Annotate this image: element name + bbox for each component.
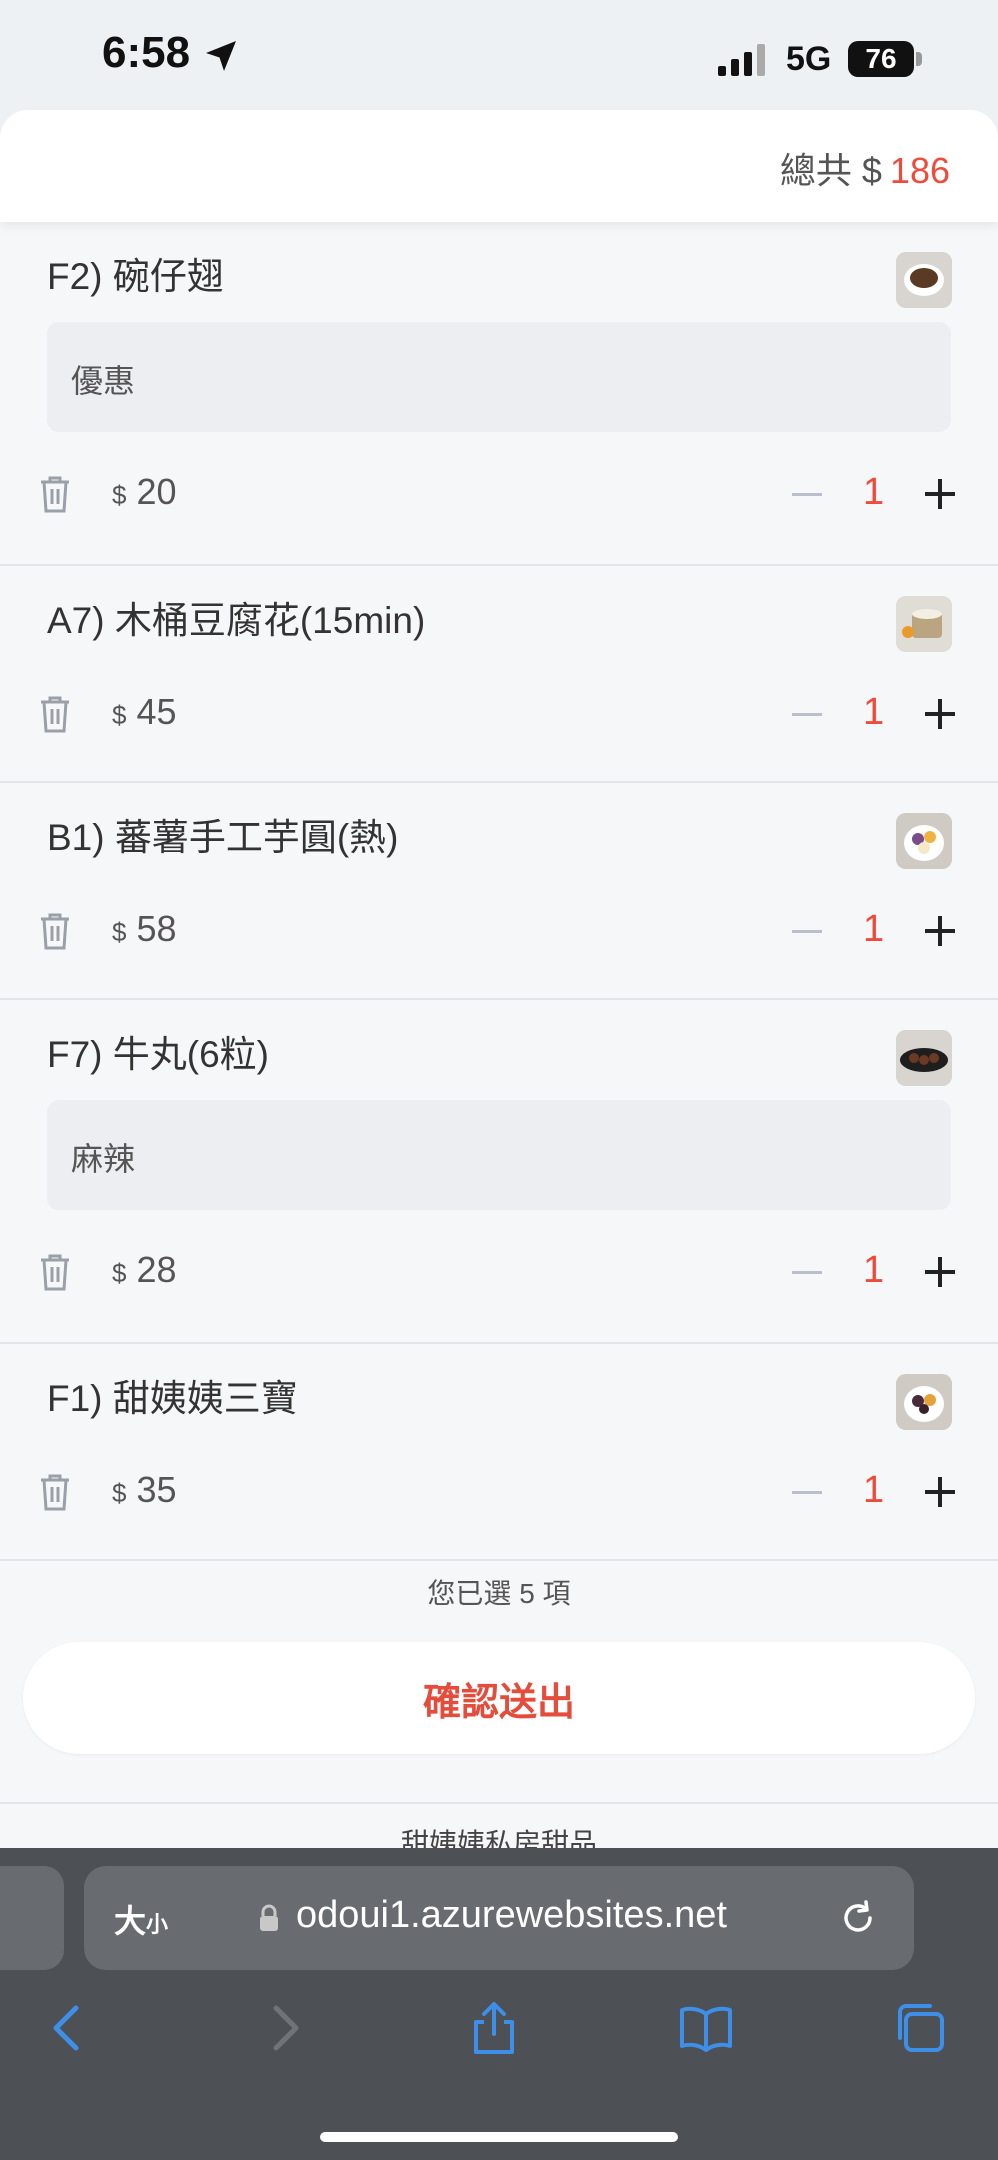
increase-button[interactable] [925,699,955,729]
item-thumbnail[interactable] [896,813,952,869]
increase-button[interactable] [925,479,955,509]
item-note: 麻辣 [47,1100,951,1210]
submit-order-button[interactable]: 確認送出 [23,1642,975,1754]
item-name: F2) 碗仔翅 [47,256,224,297]
previous-tab[interactable] [0,1866,64,1970]
item-price: $28 [112,1249,177,1290]
item-quantity: 1 [863,471,885,513]
text-size-button[interactable]: 大小 [114,1896,168,1942]
trash-icon[interactable] [38,1472,72,1512]
battery-icon: 76 [848,41,914,77]
share-icon[interactable] [466,2000,522,2056]
location-arrow-icon [206,41,236,71]
lock-icon [260,1904,278,1931]
address-bar[interactable]: 大小 odoui1.azurewebsites.net [84,1866,914,1970]
increase-button[interactable] [925,1257,955,1287]
footer-shop-name: 甜姨姨私房甜品 [400,1828,597,1850]
item-name: B1) 蕃薯手工芋圓(熱) [47,817,399,858]
cart-item: F2) 碗仔翅 優惠 $20 1 [0,222,998,566]
increase-button[interactable] [925,916,955,946]
tabs-icon[interactable] [892,2000,948,2056]
item-name: F7) 牛丸(6粒) [47,1034,269,1075]
decrease-button[interactable] [792,493,822,496]
item-quantity: 1 [863,1469,885,1511]
decrease-button[interactable] [792,1491,822,1494]
item-thumbnail[interactable] [896,252,952,308]
item-price: $35 [112,1469,177,1510]
back-icon[interactable] [40,2000,96,2056]
item-name: F1) 甜姨姨三寶 [47,1378,298,1419]
item-name: A7) 木桶豆腐花(15min) [47,600,426,641]
item-price: $20 [112,471,177,512]
order-card: 總共 $186 F2) 碗仔翅 優惠 $20 1 A7) 木桶豆腐花(15min… [0,110,998,1850]
item-note-text: 優惠 [71,363,136,399]
increase-button[interactable] [925,1477,955,1507]
cart-item: A7) 木桶豆腐花(15min) $45 1 [0,566,998,783]
forward-icon [273,2005,299,2051]
status-bar: 6:58 5G 76 [0,0,998,110]
item-thumbnail[interactable] [896,596,952,652]
cart-item: F1) 甜姨姨三寶 $35 1 [0,1344,998,1561]
selected-count: 您已選 5 項 [427,1578,571,1609]
browser-toolbar: 大小 odoui1.azurewebsites.net [0,1848,998,2160]
home-indicator [320,2132,678,2142]
decrease-button[interactable] [792,713,822,716]
bookmarks-icon[interactable] [678,2000,734,2056]
item-price: $58 [112,908,177,949]
signal-icon [718,44,765,76]
trash-icon[interactable] [38,474,72,514]
battery-tip [916,52,922,66]
cart-items: F2) 碗仔翅 優惠 $20 1 A7) 木桶豆腐花(15min) $ 45 1… [0,222,998,1561]
status-time: 6:58 [102,28,191,77]
trash-icon[interactable] [38,911,72,951]
item-price: $45 [112,691,177,732]
reload-icon[interactable] [836,1896,880,1940]
cart-item: B1) 蕃薯手工芋圓(熱) $58 1 [0,783,998,1000]
item-quantity: 1 [863,1249,885,1291]
item-quantity: 1 [863,908,885,950]
footer-divider [0,1802,998,1804]
item-quantity: 1 [863,691,885,733]
total-label: 總共 $ [779,150,882,191]
item-thumbnail[interactable] [896,1030,952,1086]
item-note-text: 麻辣 [71,1141,136,1177]
network-label: 5G [786,40,832,78]
item-note: 優惠 [47,322,951,432]
item-thumbnail[interactable] [896,1374,952,1430]
order-total: 總共 $186 [780,142,950,194]
decrease-button[interactable] [792,1271,822,1274]
total-bar: 總共 $186 [0,110,998,222]
trash-icon[interactable] [38,694,72,734]
cart-item: F7) 牛丸(6粒) 麻辣 $28 1 [0,1000,998,1344]
decrease-button[interactable] [792,930,822,933]
trash-icon[interactable] [38,1252,72,1292]
url-text: odoui1.azurewebsites.net [296,1894,727,1936]
total-amount: 186 [889,150,950,191]
